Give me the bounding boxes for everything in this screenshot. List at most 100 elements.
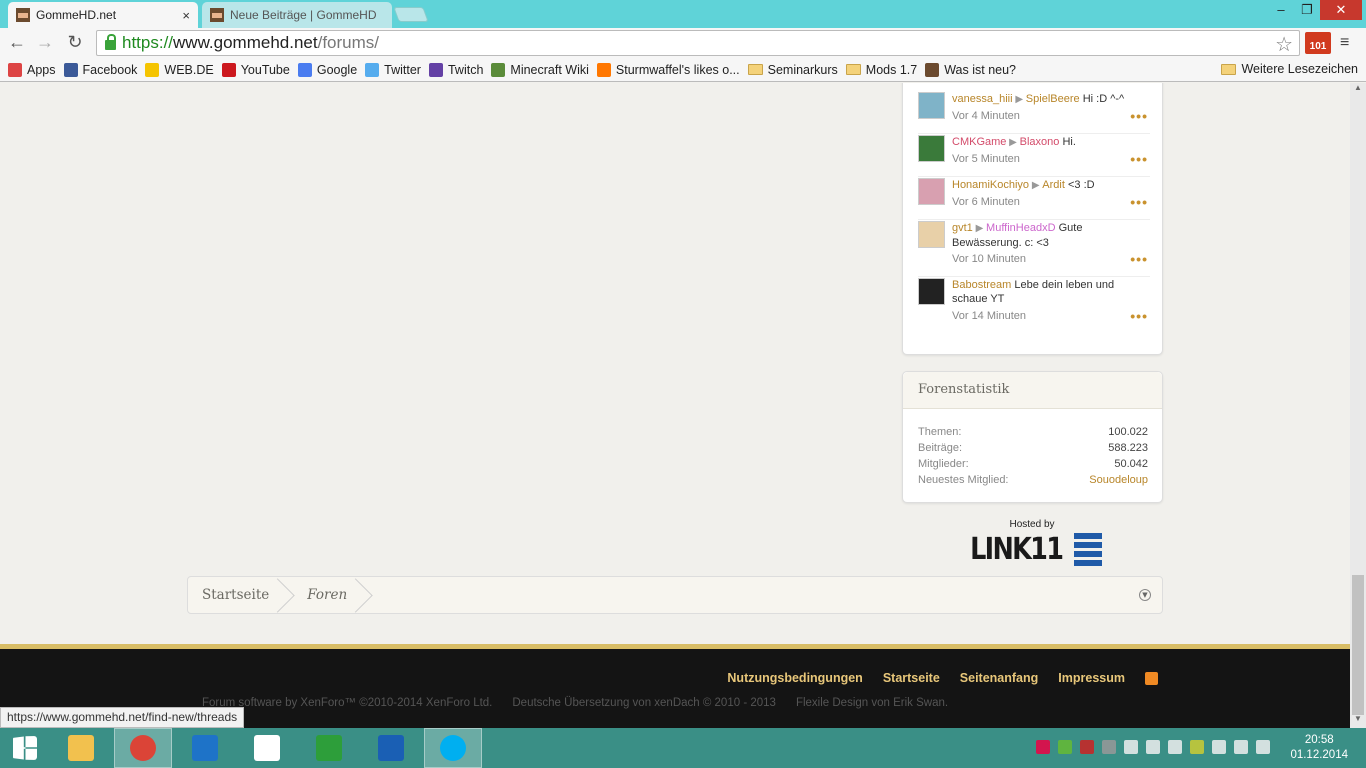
post-text: Hi :D ^-^ (1082, 93, 1125, 105)
chrome-menu-icon[interactable]: ≡ (1340, 34, 1349, 52)
link11-logo-text: LINK11 (970, 532, 1064, 567)
post-time[interactable]: Vor 6 Minuten (952, 196, 1020, 208)
footer-link-top[interactable]: Seitenanfang (960, 671, 1039, 685)
bookmark-item[interactable]: Sturmwaffel's likes o... (596, 62, 740, 77)
tray-icon[interactable] (1058, 740, 1072, 754)
bookmark-item[interactable]: WEB.DE (145, 62, 214, 77)
stat-label: Beiträge: (918, 442, 963, 454)
reload-icon[interactable]: ↻ (64, 32, 86, 53)
close-tab-icon[interactable]: × (182, 8, 190, 23)
new-tab-button[interactable] (393, 7, 429, 22)
address-bar[interactable]: https://www.gommehd.net/forums/ ☆ (96, 30, 1300, 56)
footer-link-imprint[interactable]: Impressum (1058, 671, 1125, 685)
avatar[interactable] (918, 278, 945, 305)
avatar[interactable] (918, 92, 945, 119)
taskbar-chrome[interactable] (114, 728, 172, 768)
maximize-icon[interactable]: ❐ (1294, 0, 1320, 20)
hosted-by-label: Hosted by (1009, 519, 1055, 530)
avatar[interactable] (918, 135, 945, 162)
bookmark-item[interactable]: Facebook (63, 62, 137, 77)
bookmark-item[interactable]: Minecraft Wiki (491, 62, 589, 77)
tray-icon[interactable] (1124, 740, 1138, 754)
bookmark-item[interactable]: Google (297, 62, 358, 77)
avatar[interactable] (918, 221, 945, 248)
taskbar-file-explorer[interactable] (52, 728, 110, 768)
url-scheme: https:// (122, 33, 174, 52)
link11-logo: LINK11 (962, 532, 1102, 567)
bookmark-item[interactable]: Seminarkurs (747, 63, 838, 77)
rss-icon[interactable] (1145, 671, 1158, 685)
bookmark-item[interactable]: Twitter (365, 62, 421, 77)
bookmark-item[interactable]: Twitch (428, 62, 483, 77)
extension-mail-icon[interactable]: 101 (1305, 32, 1331, 54)
breadcrumb-current[interactable]: Foren (293, 577, 361, 613)
target-username-link[interactable]: MuffinHeadxD (986, 222, 1056, 234)
bookmark-item[interactable]: YouTube (221, 62, 290, 77)
target-username-link[interactable]: Blaxono (1020, 136, 1060, 148)
username-link[interactable]: Babostream (952, 279, 1011, 291)
post-time[interactable]: Vor 14 Minuten (952, 310, 1026, 322)
taskbar-store[interactable] (300, 728, 358, 768)
tray-icon[interactable] (1190, 740, 1204, 754)
forward-icon[interactable]: → (34, 32, 56, 53)
breadcrumb-home[interactable]: Startseite (188, 577, 283, 613)
tab-gommehd[interactable]: GommeHD.net × (8, 2, 198, 28)
bookmark-label: Google (316, 62, 358, 77)
browser-toolbar: ← → ↻ https://www.gommehd.net/forums/ ☆ … (0, 28, 1366, 58)
tray-icon[interactable] (1212, 740, 1226, 754)
post-time[interactable]: Vor 10 Minuten (952, 253, 1026, 265)
back-icon[interactable]: ← (6, 32, 28, 53)
tray-icon[interactable] (1080, 740, 1094, 754)
post-time[interactable]: Vor 5 Minuten (952, 153, 1020, 165)
other-bookmarks[interactable]: Weitere Lesezeichen (1221, 62, 1358, 76)
more-options-icon[interactable]: ••• (1130, 251, 1148, 267)
bookmark-star-icon[interactable]: ☆ (1275, 32, 1293, 57)
chrome-icon (130, 735, 156, 761)
more-options-icon[interactable]: ••• (1130, 108, 1148, 124)
bookmark-label: Sturmwaffel's likes o... (615, 62, 740, 77)
taskbar-lenovo[interactable] (362, 728, 420, 768)
taskbar-maxthon[interactable] (176, 728, 234, 768)
tray-icon[interactable] (1168, 740, 1182, 754)
hosted-by-banner[interactable]: Hosted by LINK11 (962, 519, 1102, 567)
scroll-down-icon[interactable]: ▼ (1350, 714, 1366, 728)
tray-icon[interactable] (1036, 740, 1050, 754)
stat-row: Mitglieder: 50.042 (918, 458, 1148, 470)
tray-icon[interactable] (1146, 740, 1160, 754)
more-options-icon[interactable]: ••• (1130, 151, 1148, 167)
tray-icon[interactable] (1234, 740, 1248, 754)
footer-link-terms[interactable]: Nutzungsbedingungen (727, 671, 862, 685)
stat-value: 100.022 (1108, 426, 1148, 438)
target-username-link[interactable]: Ardit (1042, 179, 1065, 191)
minimize-icon[interactable]: ‒ (1268, 0, 1294, 20)
scroll-up-icon[interactable]: ▲ (1350, 83, 1366, 97)
username-link[interactable]: gvt1 (952, 222, 973, 234)
clock[interactable]: 20:58 01.12.2014 (1290, 733, 1348, 763)
avatar[interactable] (918, 178, 945, 205)
bookmark-item[interactable]: Was ist neu? (925, 62, 1016, 77)
bookmark-item[interactable]: Mods 1.7 (845, 63, 917, 77)
post-time[interactable]: Vor 4 Minuten (952, 110, 1020, 122)
username-link[interactable]: HonamiKochiyo (952, 179, 1029, 191)
username-link[interactable]: vanessa_hiii (952, 93, 1013, 105)
post-text: Hi. (1062, 136, 1076, 148)
taskbar-start[interactable] (0, 728, 50, 768)
newest-member-link[interactable]: Souodeloup (1089, 474, 1148, 486)
more-options-icon[interactable]: ••• (1130, 308, 1148, 324)
window-close-icon[interactable]: ✕ (1320, 0, 1362, 20)
more-options-icon[interactable]: ••• (1130, 194, 1148, 210)
username-link[interactable]: CMKGame (952, 136, 1006, 148)
footer-link-home[interactable]: Startseite (883, 671, 940, 685)
tray-icon[interactable] (1256, 740, 1270, 754)
page-scrollbar[interactable]: ▲ ▼ (1350, 83, 1366, 728)
jump-menu-icon[interactable]: ▼ (1139, 589, 1151, 601)
store-icon (316, 735, 342, 761)
target-username-link[interactable]: SpielBeere (1026, 93, 1080, 105)
tab-new-posts[interactable]: Neue Beiträge | GommeHD (202, 2, 392, 28)
copyright-xenforo[interactable]: Forum software by XenForo™ ©2010-2014 Xe… (202, 697, 492, 709)
tray-icon[interactable] (1102, 740, 1116, 754)
taskbar-skype[interactable] (424, 728, 482, 768)
bookmark-item[interactable]: Apps (8, 62, 56, 77)
taskbar-home[interactable] (238, 728, 296, 768)
scrollbar-thumb[interactable] (1352, 575, 1364, 715)
